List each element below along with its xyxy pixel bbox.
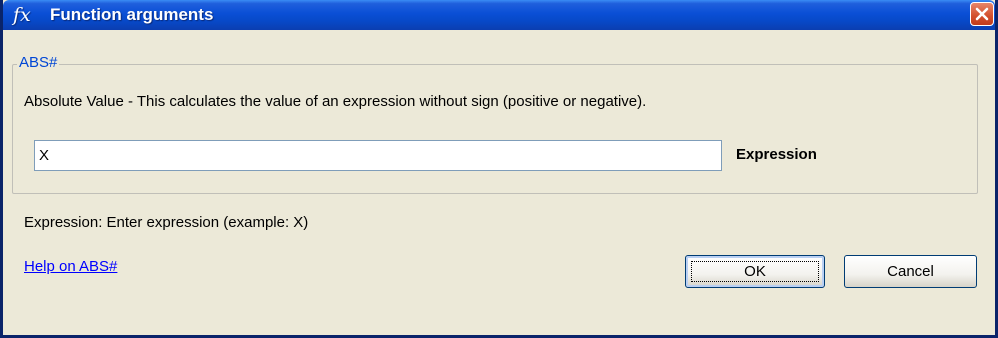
ok-button[interactable]: OK bbox=[685, 255, 825, 288]
expression-input[interactable] bbox=[34, 140, 722, 171]
title-bar[interactable]: fx Function arguments bbox=[3, 0, 995, 30]
argument-hint: Expression: Enter expression (example: X… bbox=[24, 214, 309, 231]
ok-button-label: OK bbox=[744, 263, 766, 280]
function-name-legend: ABS# bbox=[17, 53, 60, 73]
close-button[interactable] bbox=[970, 2, 994, 26]
window-title: Function arguments bbox=[50, 5, 214, 24]
help-link[interactable]: Help on ABS# bbox=[24, 257, 117, 277]
fx-icon: fx bbox=[13, 4, 31, 26]
expression-label: Expression bbox=[736, 146, 817, 163]
function-group-box bbox=[12, 64, 978, 194]
cancel-button[interactable]: Cancel bbox=[844, 255, 977, 288]
close-icon bbox=[975, 7, 989, 21]
function-description: Absolute Value - This calculates the val… bbox=[24, 93, 647, 110]
